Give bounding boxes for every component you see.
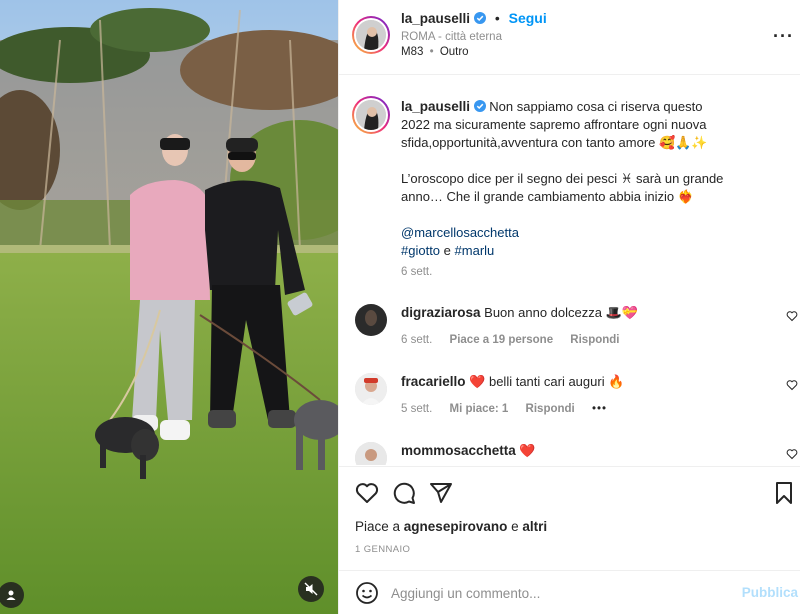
comment-text: ❤️ bbox=[519, 443, 536, 458]
verified-badge-icon bbox=[473, 100, 486, 112]
post-caption: la_pauselli Non sappiamo cosa ci riserva… bbox=[401, 98, 731, 260]
more-options-icon[interactable]: ··· bbox=[773, 26, 794, 47]
comment-username[interactable]: fracariello bbox=[401, 374, 466, 389]
caption-author-avatar[interactable] bbox=[352, 96, 390, 134]
comment-time[interactable]: 5 sett. bbox=[401, 403, 432, 415]
commenter-avatar[interactable] bbox=[355, 304, 387, 336]
publish-button[interactable]: Pubblica bbox=[742, 585, 798, 600]
comment-text: Buon anno dolcezza 🎩💝 bbox=[484, 305, 638, 320]
comment-username[interactable]: mommosacchetta bbox=[401, 443, 516, 458]
caption-line-2: L’oroscopo dice per il segno dei pesci ♓… bbox=[401, 171, 724, 204]
comments-list[interactable]: la_pauselli Non sappiamo cosa ci riserva… bbox=[339, 76, 800, 465]
likes-user[interactable]: agnesepirovano bbox=[404, 519, 508, 534]
avatar-image bbox=[355, 304, 387, 336]
comment-body: digraziarosa Buon anno dolcezza 🎩💝 bbox=[401, 304, 638, 322]
like-comment-heart-icon[interactable] bbox=[786, 310, 798, 322]
avatar-image bbox=[356, 100, 386, 130]
comment-username[interactable]: digraziarosa bbox=[401, 305, 481, 320]
comment-icon[interactable] bbox=[392, 481, 416, 505]
comment-likes[interactable]: Piace a 19 persone bbox=[450, 334, 554, 346]
like-comment-heart-icon[interactable] bbox=[786, 379, 798, 391]
music-artist: M83 bbox=[401, 46, 424, 58]
comment-input[interactable] bbox=[391, 581, 721, 605]
post-photo bbox=[0, 0, 338, 614]
header-title-line: la_pauselli • Segui bbox=[401, 10, 547, 26]
audio-info[interactable]: M83 • Outro bbox=[401, 46, 469, 58]
verified-badge-icon bbox=[473, 12, 486, 24]
comment-meta: 6 sett. Piace a 19 persone Rispondi bbox=[401, 334, 634, 346]
follow-button[interactable]: Segui bbox=[509, 10, 547, 26]
avatar-image bbox=[355, 373, 387, 405]
post-header: la_pauselli • Segui ROMA - città eterna … bbox=[339, 0, 800, 75]
mute-button[interactable] bbox=[298, 576, 324, 602]
music-separator: • bbox=[429, 46, 434, 58]
hashtag-link-1[interactable]: #giotto bbox=[401, 243, 440, 258]
caption-conj: e bbox=[443, 243, 451, 258]
avatar-image bbox=[355, 442, 387, 465]
share-icon[interactable] bbox=[429, 481, 453, 505]
comment-time[interactable]: 6 sett. bbox=[401, 334, 432, 346]
emoji-icon[interactable] bbox=[355, 581, 379, 605]
post-media[interactable] bbox=[0, 0, 338, 614]
comment-item: mommosacchetta ❤️ bbox=[339, 440, 800, 465]
post-details-panel: la_pauselli • Segui ROMA - città eterna … bbox=[338, 0, 800, 614]
post-date[interactable]: 1 GENNAIO bbox=[355, 544, 410, 555]
comment-body: fracariello ❤️ belli tanti cari auguri 🔥 bbox=[401, 373, 624, 391]
bookmark-icon[interactable] bbox=[772, 481, 796, 505]
add-comment-bar: Pubblica bbox=[339, 570, 800, 614]
author-avatar[interactable] bbox=[352, 16, 390, 54]
commenter-avatar[interactable] bbox=[355, 442, 387, 465]
caption-username[interactable]: la_pauselli bbox=[401, 99, 470, 114]
person-icon bbox=[6, 590, 16, 600]
heart-icon[interactable] bbox=[355, 481, 379, 505]
avatar-image bbox=[356, 20, 386, 50]
comment-item: fracariello ❤️ belli tanti cari auguri 🔥… bbox=[339, 371, 800, 431]
likes-others[interactable]: altri bbox=[522, 519, 547, 534]
comment-meta: 5 sett. Mi piace: 1 Rispondi ••• bbox=[401, 403, 621, 415]
instagram-post: la_pauselli • Segui ROMA - città eterna … bbox=[0, 0, 800, 614]
separator-dot: • bbox=[494, 10, 500, 26]
caption-timestamp[interactable]: 6 sett. bbox=[401, 266, 432, 278]
speaker-muted-icon bbox=[304, 582, 318, 596]
location-link[interactable]: ROMA - città eterna bbox=[401, 31, 502, 43]
hashtag-link-2[interactable]: #marlu bbox=[455, 243, 495, 258]
music-track: Outro bbox=[439, 46, 469, 58]
commenter-avatar[interactable] bbox=[355, 373, 387, 405]
comment-text: ❤️ belli tanti cari auguri 🔥 bbox=[469, 374, 625, 389]
comment-likes[interactable]: Mi piace: 1 bbox=[450, 403, 509, 415]
reply-button[interactable]: Rispondi bbox=[526, 403, 575, 415]
post-actions: Piace a agnesepirovano e altri 1 GENNAIO bbox=[339, 466, 800, 566]
likes-prefix: Piace a bbox=[355, 519, 401, 534]
reply-button[interactable]: Rispondi bbox=[570, 334, 619, 346]
likes-conj: e bbox=[511, 519, 519, 534]
likes-summary[interactable]: Piace a agnesepirovano e altri bbox=[355, 519, 547, 534]
comment-more-options-icon[interactable]: ••• bbox=[592, 403, 607, 415]
like-comment-heart-icon[interactable] bbox=[786, 448, 798, 460]
mention-link[interactable]: @marcellosacchetta bbox=[401, 225, 519, 240]
author-username[interactable]: la_pauselli bbox=[401, 11, 470, 26]
comment-body: mommosacchetta ❤️ bbox=[401, 442, 536, 460]
comment-item: digraziarosa Buon anno dolcezza 🎩💝 6 set… bbox=[339, 302, 800, 362]
